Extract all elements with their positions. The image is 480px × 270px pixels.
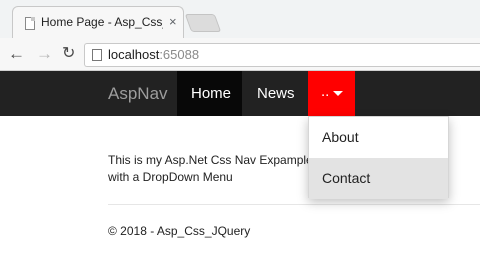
dropdown-item-contact-label: Contact (322, 170, 371, 186)
divider (108, 204, 480, 205)
site-navbar: AspNav Home News .. (0, 71, 480, 116)
reload-icon[interactable]: ↻ (62, 44, 75, 64)
dropdown-item-contact[interactable]: Contact (309, 158, 448, 199)
address-bar[interactable]: localhost:65088 (84, 43, 480, 67)
nav-item-home[interactable]: Home (177, 71, 242, 116)
forward-arrow-icon[interactable]: → (36, 44, 53, 64)
address-bar-url[interactable]: localhost:65088 (108, 47, 199, 62)
dropdown-menu: About Contact (308, 116, 449, 199)
footer-copyright: © 2018 - Asp_Css_JQuery (108, 224, 251, 238)
browser-toolbar: ← → ↻ localhost:65088 (0, 38, 480, 71)
new-tab-button[interactable] (184, 14, 222, 32)
intro-line-2: with a DropDown Menu (108, 170, 233, 184)
intro-line-1: This is my Asp.Net Css Nav Expample (108, 153, 313, 167)
back-arrow-icon[interactable]: ← (8, 44, 25, 64)
url-host: localhost (108, 47, 160, 62)
nav-dropdown-label: .. (321, 83, 330, 100)
nav-dropdown-toggle[interactable]: .. (308, 71, 355, 116)
dropdown-item-about[interactable]: About (309, 117, 448, 158)
nav-item-news[interactable]: News (257, 85, 295, 102)
browser-tab[interactable]: Home Page - Asp_Css_JQuery × (12, 6, 184, 38)
caret-down-icon (333, 91, 343, 96)
url-port: :65088 (159, 47, 200, 62)
page-info-icon[interactable] (92, 49, 102, 61)
nav-item-home-label: Home (191, 85, 232, 102)
intro-text: This is my Asp.Net Css Nav Expample with… (108, 152, 313, 186)
navbar-brand[interactable]: AspNav (108, 84, 168, 104)
tab-close-icon[interactable]: × (169, 14, 177, 29)
browser-tab-title: Home Page - Asp_Css_JQuery (41, 15, 163, 29)
page-favicon-icon (25, 17, 35, 30)
browser-tab-strip: Home Page - Asp_Css_JQuery × (0, 0, 480, 38)
dropdown-item-about-label: About (322, 129, 359, 145)
